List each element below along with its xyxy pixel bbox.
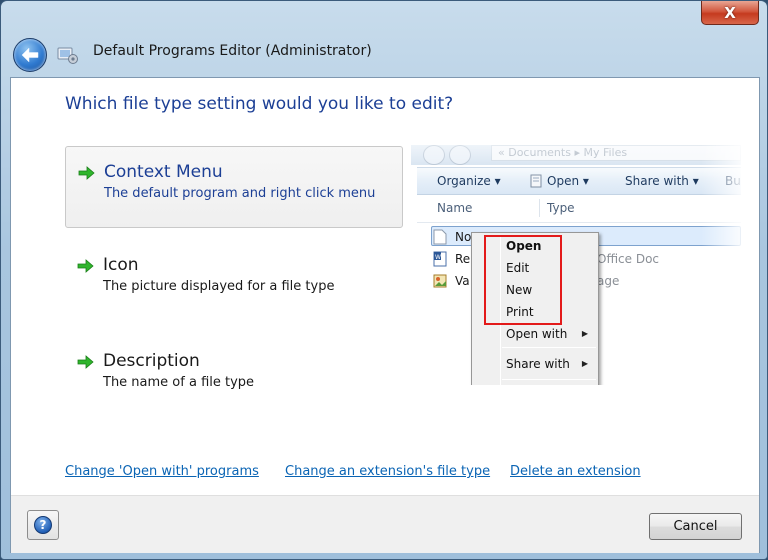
preview-file-name: Va	[455, 274, 470, 288]
back-button[interactable]	[13, 38, 47, 72]
close-button[interactable]: X	[701, 1, 759, 25]
preview-open-icon	[530, 174, 542, 188]
back-arrow-icon	[21, 47, 39, 63]
preview-address-bar: « Documents ▸ My Files	[411, 145, 741, 165]
option-title: Context Menu	[104, 162, 223, 182]
preview-address-text: « Documents ▸ My Files	[491, 145, 741, 161]
ctx-open-with: Open with	[506, 327, 568, 341]
preview-toolbar: Organize ▾ Open ▾ Share with ▾ Bur	[417, 167, 741, 195]
green-arrow-icon	[78, 166, 95, 180]
client-area: Which file type setting would you like t…	[10, 77, 760, 553]
preview-file-name: No	[455, 230, 472, 244]
preview-open: Open ▾	[547, 174, 589, 188]
preview-col-separator	[539, 199, 540, 217]
option-description: The name of a file type	[103, 375, 255, 390]
preview-col-name: Name	[437, 201, 473, 215]
preview-col-type: Type	[547, 201, 575, 215]
option-context-menu[interactable]: Context Menu The default program and rig…	[65, 146, 403, 228]
preview-organize: Organize ▾	[437, 174, 501, 188]
option-title: Description	[103, 351, 200, 371]
help-icon: ?	[34, 516, 52, 534]
ctx-separator	[502, 379, 596, 380]
submenu-arrow-icon: ▶	[581, 329, 588, 338]
option-title: Icon	[103, 255, 139, 275]
option-icon[interactable]: Icon The picture displayed for a file ty…	[65, 240, 403, 322]
option-description[interactable]: Description The name of a file type	[65, 336, 403, 418]
preview-file-name: Re	[455, 252, 471, 266]
submenu-arrow-icon: ▶	[581, 359, 588, 368]
preview-burn: Bur	[725, 174, 741, 188]
change-open-with-link[interactable]: Change 'Open with' programs	[65, 464, 259, 479]
change-extension-type-link[interactable]: Change an extension's file type	[285, 464, 490, 479]
delete-extension-link[interactable]: Delete an extension	[510, 464, 641, 479]
preview-forward-icon	[449, 145, 471, 165]
preview-type-text: age	[597, 274, 620, 288]
close-icon: X	[724, 3, 736, 22]
preview-back-icon	[423, 145, 445, 165]
text-file-icon	[433, 229, 447, 245]
preview-column-header: Name Type	[417, 195, 741, 223]
window-frame: X Default Programs Editor (Administrator…	[0, 0, 768, 560]
dialog-footer: ? Cancel	[11, 495, 759, 553]
green-arrow-icon	[77, 259, 94, 273]
window-title: Default Programs Editor (Administrator)	[93, 43, 372, 59]
context-menu-preview-image: « Documents ▸ My Files Organize ▾ Open ▾…	[411, 145, 741, 385]
green-arrow-icon	[77, 355, 94, 369]
ctx-share-with: Share with	[506, 357, 570, 371]
image-file-icon	[433, 274, 447, 288]
default-programs-icon	[57, 47, 78, 64]
help-button[interactable]: ?	[27, 510, 59, 540]
red-highlight-box	[484, 235, 562, 325]
word-document-icon: W	[433, 251, 447, 267]
option-description: The picture displayed for a file type	[103, 279, 335, 294]
option-description: The default program and right click menu	[104, 186, 376, 201]
preview-share-with: Share with ▾	[625, 174, 699, 188]
preview-type-text: Office Doc	[597, 252, 660, 266]
page-question: Which file type setting would you like t…	[65, 94, 454, 114]
svg-text:W: W	[435, 254, 441, 261]
cancel-button[interactable]: Cancel	[649, 513, 742, 540]
ctx-separator	[502, 347, 596, 348]
